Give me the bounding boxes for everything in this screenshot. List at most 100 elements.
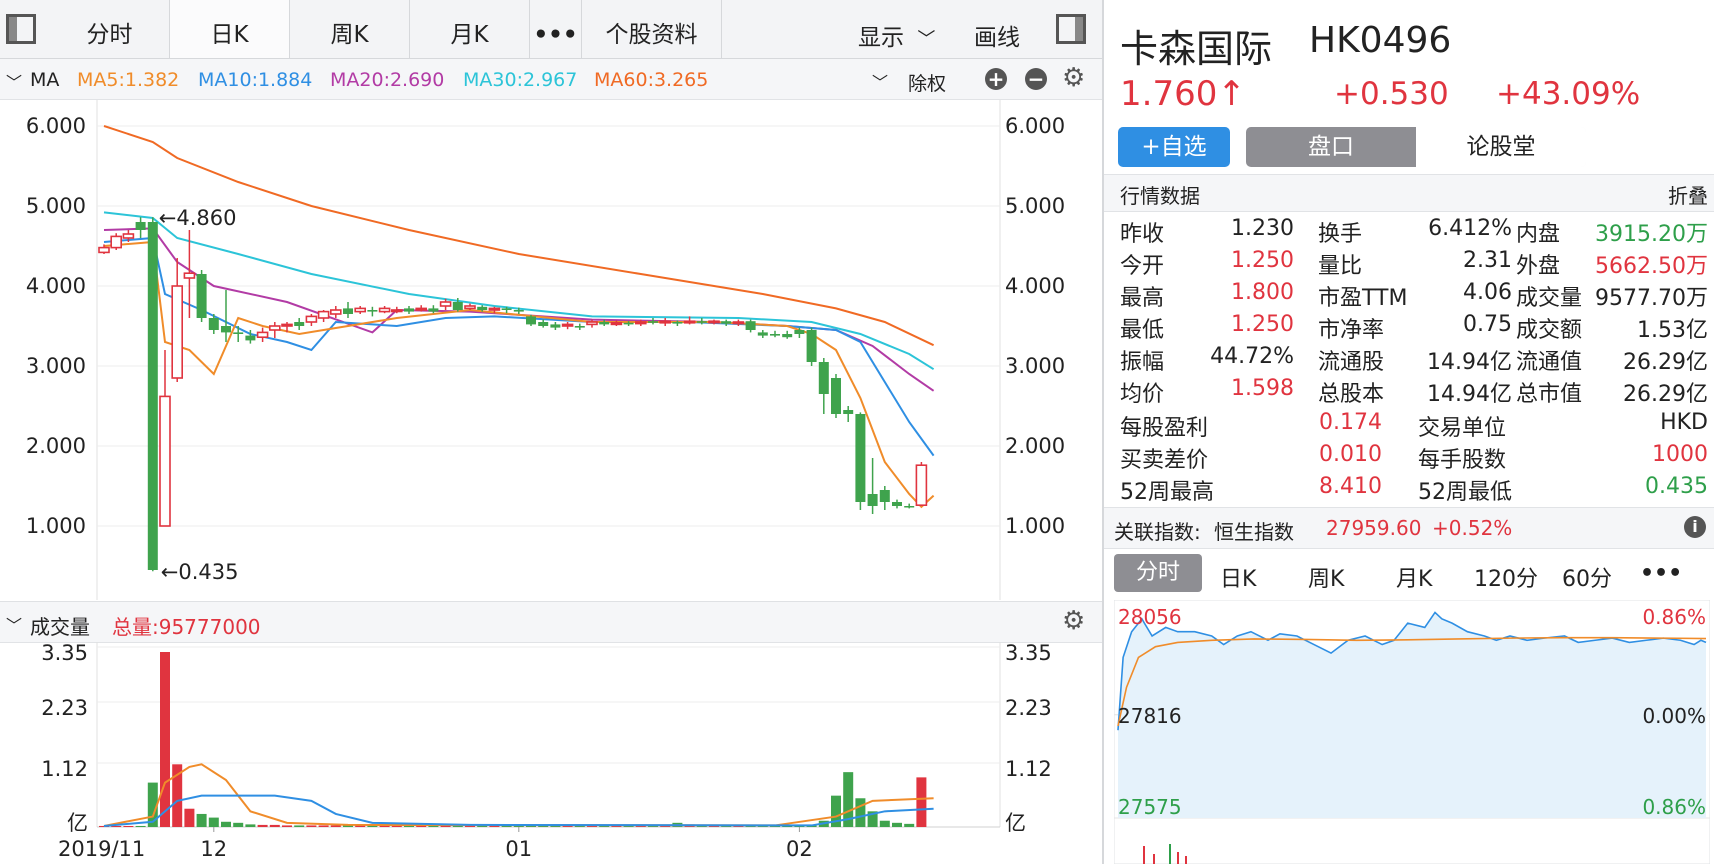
- y-tick-label-right: 3.000: [1005, 354, 1065, 378]
- last-price: 1.760: [1120, 74, 1218, 114]
- volume-bar: [221, 821, 231, 827]
- tab-weekly-k[interactable]: 周K: [290, 0, 410, 58]
- ex-rights-button[interactable]: 除权: [908, 69, 946, 96]
- candle: [855, 414, 866, 502]
- candle: [110, 235, 122, 249]
- candle: [268, 325, 281, 331]
- quote-value: 14.94亿: [1427, 350, 1512, 375]
- volume-chart[interactable]: 3.35 3.352.23 2.231.12 1.12亿 亿2019/11 12 01 02: [0, 642, 1102, 864]
- candle: [98, 246, 110, 254]
- volume-legend-bar: ﹀ 成交量 总量:95777000 ⚙: [0, 601, 1102, 643]
- candle: [122, 233, 135, 239]
- volume-bar: [257, 824, 268, 827]
- ma10-value: MA10:1.884: [198, 69, 313, 91]
- add-watchlist-button[interactable]: +自选: [1118, 127, 1230, 167]
- candle: [135, 222, 146, 230]
- volume-bar: [892, 822, 902, 827]
- panel-toggle-icon[interactable]: [1056, 14, 1086, 44]
- candle: [745, 321, 756, 330]
- sidebar-toggle-icon[interactable]: [6, 14, 36, 44]
- candle: [159, 395, 171, 527]
- quote-value: 8.410: [1319, 474, 1382, 499]
- intraday-pct-top: 0.86%: [1642, 605, 1706, 629]
- zoom-in-icon[interactable]: +: [985, 68, 1007, 90]
- candle: [634, 321, 647, 325]
- candle: [610, 322, 623, 326]
- quote-label: 买卖差价: [1120, 448, 1209, 473]
- mini-chart-tabs: 分时 日K 周K 月K 120分 60分 •••: [1104, 548, 1714, 598]
- chevron-down-icon[interactable]: ﹀: [6, 69, 22, 93]
- candle: [550, 324, 561, 328]
- volume-bar: [184, 808, 195, 827]
- candle: [843, 410, 854, 414]
- tab-minute[interactable]: 分时: [50, 0, 170, 58]
- candle: [599, 322, 610, 325]
- mini-tab-more[interactable]: •••: [1640, 561, 1682, 586]
- forum-tab[interactable]: 论股堂: [1416, 127, 1586, 167]
- chevron-down-icon[interactable]: ﹀: [872, 69, 888, 93]
- order-book-tab[interactable]: 盘口: [1246, 127, 1416, 167]
- quote-value: 44.72%: [1210, 344, 1294, 369]
- mini-tab-120min[interactable]: 120分: [1474, 561, 1538, 593]
- candlestick-chart[interactable]: 6.000 6.000 5.000 5.000 4.000 4.000 3.000 3.000…: [0, 100, 1102, 600]
- candle: [233, 332, 244, 334]
- volume-bar: [208, 817, 219, 827]
- gear-icon[interactable]: ⚙: [1062, 63, 1085, 93]
- volume-bar: [196, 813, 207, 827]
- mini-tab-weekly-k[interactable]: 周K: [1308, 561, 1344, 593]
- y-tick-label-right: 6.000: [1005, 114, 1065, 138]
- tab-monthly-k[interactable]: 月K: [410, 0, 530, 58]
- mini-tab-60min[interactable]: 60分: [1562, 561, 1612, 593]
- draw-line-button[interactable]: 画线: [974, 18, 1020, 52]
- collapse-button[interactable]: 折叠: [1668, 180, 1708, 209]
- chevron-down-icon[interactable]: ﹀: [6, 612, 22, 636]
- candle: [281, 323, 293, 327]
- volume-bar: [269, 824, 280, 827]
- x-axis-label: 2019/11: [58, 837, 145, 861]
- volume-bar: [306, 825, 317, 827]
- tab-daily-k[interactable]: 日K: [170, 0, 290, 58]
- low-annotation: ←0.435: [161, 560, 239, 584]
- info-icon[interactable]: i: [1684, 516, 1706, 538]
- quote-value: 1.53亿: [1637, 318, 1708, 343]
- related-index-bar[interactable]: 关联指数: 恒生指数 27959.60 +0.52% i: [1104, 507, 1714, 549]
- zoom-out-icon[interactable]: −: [1025, 68, 1047, 90]
- chevron-down-icon: ﹀: [917, 29, 936, 50]
- mini-tab-monthly-k[interactable]: 月K: [1396, 561, 1432, 593]
- candle: [183, 272, 196, 279]
- tab-stock-profile[interactable]: 个股资料: [582, 0, 722, 58]
- quote-value: 0.435: [1645, 474, 1708, 499]
- quote-value: 6.412%: [1428, 216, 1512, 241]
- candle: [794, 330, 805, 334]
- mini-tab-daily-k[interactable]: 日K: [1220, 561, 1256, 593]
- mini-tab-minute[interactable]: 分时: [1114, 554, 1202, 592]
- related-index-change: +0.52%: [1432, 516, 1513, 540]
- price-block: 1.760↑: [1120, 74, 1246, 114]
- y-tick-label-left: 3.000: [26, 354, 86, 378]
- quote-label: 交易单位: [1418, 416, 1507, 441]
- candle: [574, 326, 585, 328]
- candle: [488, 307, 501, 311]
- intraday-pct-bot: 0.86%: [1642, 795, 1706, 819]
- market-data-title: 行情数据: [1120, 184, 1200, 208]
- chart-period-tabbar: 分时 日K 周K 月K ••• 个股资料 显示 ﹀ 画线: [0, 0, 1102, 59]
- more-tabs-button[interactable]: •••: [530, 0, 582, 58]
- candle: [818, 362, 829, 394]
- ma60-value: MA60:3.265: [594, 69, 709, 91]
- quote-value: 5662.50万: [1595, 254, 1708, 279]
- related-index-label: 关联指数:: [1114, 520, 1201, 544]
- stock-name: 卡森国际: [1120, 27, 1273, 71]
- gear-icon[interactable]: ⚙: [1062, 606, 1085, 636]
- intraday-area: [1118, 612, 1706, 818]
- intraday-chart[interactable]: 28056 27816 27575 0.86% 0.00% 0.86%: [1114, 600, 1710, 864]
- intraday-min-label: 27575: [1118, 795, 1182, 819]
- price-change-pct: +43.09%: [1496, 76, 1641, 112]
- candle: [452, 302, 463, 310]
- volume-bar: [135, 825, 146, 827]
- y-tick-label-right: 2.000: [1005, 434, 1065, 458]
- candle: [171, 285, 183, 379]
- candle: [404, 308, 414, 312]
- candle: [879, 490, 890, 502]
- quote-value: 4.06: [1463, 280, 1512, 305]
- display-menu-button[interactable]: 显示 ﹀: [858, 18, 935, 52]
